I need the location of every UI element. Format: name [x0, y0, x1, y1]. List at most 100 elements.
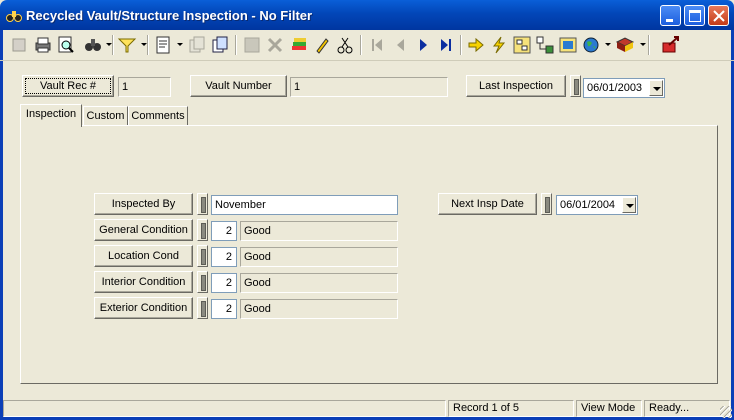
last-inspection-button[interactable]: Last Inspection — [466, 75, 566, 97]
interior-condition-toggle[interactable] — [197, 271, 208, 293]
report-icon — [156, 36, 170, 54]
binoculars-app-icon — [6, 11, 22, 22]
ready-indicator: Ready... — [644, 400, 730, 417]
general-condition-toggle[interactable] — [197, 219, 208, 241]
interior-condition-code[interactable]: 2 — [211, 273, 237, 293]
report-button[interactable] — [152, 34, 174, 56]
maximize-icon — [689, 10, 701, 22]
first-record-button[interactable] — [366, 34, 388, 56]
first-record-icon — [372, 39, 382, 51]
record-counter: Record 1 of 5 — [448, 400, 574, 417]
lightning-icon — [492, 36, 506, 54]
status-cell-blank — [3, 400, 446, 417]
new-record-icon — [12, 38, 26, 52]
copy-disabled-button[interactable] — [186, 34, 208, 56]
copy-icon — [212, 36, 228, 53]
vault-rec-button[interactable]: Vault Rec # — [22, 75, 114, 97]
print-button[interactable] — [32, 34, 54, 56]
exterior-condition-code[interactable]: 2 — [211, 299, 237, 319]
save-disabled-icon — [244, 37, 260, 53]
last-record-icon — [441, 39, 451, 51]
general-condition-text: Good — [240, 221, 398, 241]
interior-condition-text: Good — [240, 273, 398, 293]
book-icon — [615, 37, 635, 52]
toolbar-separator — [112, 35, 114, 55]
delete-disabled-icon — [267, 37, 283, 53]
title-bar[interactable]: Recycled Vault/Structure Inspection - No… — [0, 0, 734, 30]
location-cond-code[interactable]: 2 — [211, 247, 237, 267]
tree-button[interactable] — [511, 34, 533, 56]
pencil-edit-icon — [316, 38, 329, 54]
toolbar-separator — [235, 35, 237, 55]
app-window: Recycled Vault/Structure Inspection - No… — [0, 0, 734, 420]
window-frame-left — [0, 30, 3, 420]
exit-icon — [662, 36, 679, 53]
inspected-by-toggle[interactable] — [197, 193, 208, 215]
toolbar-separator — [147, 35, 149, 55]
goto-button[interactable] — [465, 34, 487, 56]
previous-record-icon — [397, 39, 404, 51]
globe-icon — [583, 37, 599, 53]
exit-button[interactable] — [659, 34, 681, 56]
globe-dropdown-icon[interactable] — [605, 43, 611, 46]
exterior-condition-text: Good — [240, 299, 398, 319]
stack-button[interactable] — [288, 34, 310, 56]
tab-custom[interactable]: Custom — [83, 106, 128, 126]
inspected-by-field[interactable]: November — [211, 195, 398, 215]
book-button[interactable] — [614, 34, 636, 56]
resize-grip-icon[interactable] — [720, 406, 732, 418]
chevron-down-icon[interactable] — [649, 80, 663, 96]
book-dropdown-icon[interactable] — [640, 43, 646, 46]
cut-icon — [337, 37, 353, 54]
vault-rec-value: 1 — [118, 77, 171, 97]
structure-button[interactable] — [534, 34, 556, 56]
general-condition-button[interactable]: General Condition — [94, 219, 193, 241]
filter-icon — [117, 38, 137, 53]
filter-button[interactable] — [116, 34, 138, 56]
last-inspection-date-select[interactable]: 06/01/2003 — [583, 78, 665, 98]
general-condition-code[interactable]: 2 — [211, 221, 237, 241]
last-inspection-date-value: 06/01/2003 — [587, 82, 643, 94]
map-button[interactable] — [557, 34, 579, 56]
interior-condition-button[interactable]: Interior Condition — [94, 271, 193, 293]
exterior-condition-toggle[interactable] — [197, 297, 208, 319]
exterior-condition-button[interactable]: Exterior Condition — [94, 297, 193, 319]
report-dropdown-icon[interactable] — [177, 43, 183, 46]
next-insp-date-button[interactable]: Next Insp Date — [438, 193, 537, 215]
toolbar — [0, 30, 734, 61]
minimize-button[interactable] — [660, 5, 681, 26]
last-record-button[interactable] — [435, 34, 457, 56]
inspected-by-button[interactable]: Inspected By — [94, 193, 193, 215]
cut-button[interactable] — [334, 34, 356, 56]
vault-number-button[interactable]: Vault Number — [190, 75, 287, 97]
save-button[interactable] — [241, 34, 263, 56]
new-record-button[interactable] — [8, 34, 30, 56]
map-icon — [559, 37, 577, 53]
next-insp-toggle[interactable] — [541, 193, 552, 215]
tab-inspection[interactable]: Inspection — [20, 104, 82, 127]
edit-button[interactable] — [311, 34, 333, 56]
print-preview-button[interactable] — [55, 34, 77, 56]
globe-button[interactable] — [580, 34, 602, 56]
last-inspection-toggle[interactable] — [570, 75, 581, 97]
find-button[interactable] — [82, 34, 104, 56]
delete-button[interactable] — [264, 34, 286, 56]
next-record-button[interactable] — [412, 34, 434, 56]
chevron-down-icon[interactable] — [622, 197, 636, 213]
location-cond-toggle[interactable] — [197, 245, 208, 267]
location-cond-text: Good — [240, 247, 398, 267]
minimize-icon — [666, 19, 673, 22]
toolbar-separator — [360, 35, 362, 55]
location-cond-button[interactable]: Location Cond — [94, 245, 193, 267]
lightning-button[interactable] — [488, 34, 510, 56]
print-preview-icon — [58, 36, 74, 53]
toolbar-separator — [460, 35, 462, 55]
status-bar: Record 1 of 5 View Mode Ready... — [0, 398, 734, 420]
previous-record-button[interactable] — [389, 34, 411, 56]
tab-comments[interactable]: Comments — [128, 106, 188, 126]
next-record-icon — [420, 39, 427, 51]
next-insp-date-select[interactable]: 06/01/2004 — [556, 195, 638, 215]
close-button[interactable] — [708, 5, 729, 26]
copy-button[interactable] — [209, 34, 231, 56]
maximize-button[interactable] — [684, 5, 705, 26]
